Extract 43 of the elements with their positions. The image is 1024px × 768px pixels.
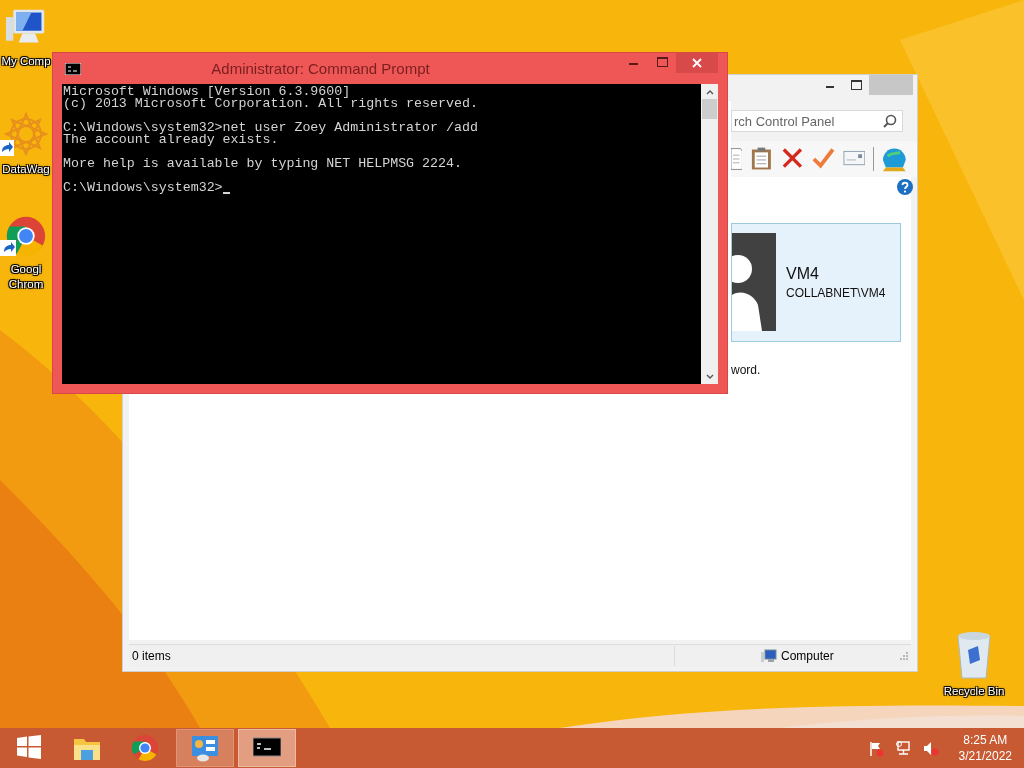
help-icon[interactable] [897, 179, 913, 195]
console-icon [65, 62, 81, 75]
document-icon[interactable] [731, 146, 743, 172]
console-line: C:\Windows\system32>net user Zoey Administrator /add [63, 122, 479, 134]
item-count: 0 items [131, 649, 172, 663]
clipboard-icon[interactable] [750, 146, 774, 172]
clock[interactable]: 8:25 AM 3/21/2022 [958, 732, 1012, 764]
close-icon[interactable] [692, 58, 702, 68]
description-text: word. [731, 363, 762, 377]
recycle-bin-icon[interactable] [954, 630, 994, 680]
console-prompt: C:\Windows\system32> [63, 182, 223, 194]
icon-label[interactable]: Chrom [8, 277, 44, 292]
chrome-icon [131, 734, 159, 762]
network-icon[interactable] [894, 739, 912, 757]
console-line: The account already exists. [63, 134, 280, 146]
search-icon[interactable] [883, 114, 897, 128]
search-field[interactable]: rch Control Panel [731, 110, 903, 132]
account-name: COLLABNET\VM4 [786, 286, 886, 300]
control-panel-icon [191, 734, 219, 762]
scroll-down-icon[interactable] [705, 374, 714, 380]
mandala-icon[interactable] [4, 112, 48, 156]
console-line: More help is available by typing NET HELPMSG 2224. [63, 158, 463, 170]
icon-label[interactable]: My Comp [1, 54, 51, 69]
scroll-thumb[interactable] [702, 99, 717, 119]
globe-icon[interactable] [882, 146, 907, 172]
icon-label[interactable]: DataWag [2, 162, 50, 177]
windows-logo-icon [15, 734, 43, 762]
console-line: (c) 2013 Microsoft Corporation. All rights reserved. [63, 98, 479, 110]
user-card[interactable]: VM4 COLLABNET\VM4 [731, 223, 901, 342]
scrollbar[interactable] [701, 84, 718, 384]
resize-grip-icon[interactable] [899, 651, 909, 661]
computer-icon [761, 649, 777, 663]
flag-icon[interactable] [867, 739, 885, 757]
user-name: VM4 [786, 265, 820, 283]
taskbar-button[interactable] [238, 729, 296, 767]
close-button[interactable] [676, 53, 718, 73]
icon-label[interactable]: Googl [10, 262, 42, 277]
console-line: Microsoft Windows [Version 6.3.9600] [63, 86, 352, 98]
scroll-up-icon[interactable] [705, 89, 714, 95]
icon-label[interactable]: Recycle Bin [943, 684, 1005, 699]
user-avatar-icon [732, 233, 776, 331]
location-label: Computer [781, 649, 834, 663]
window-title: Administrator: Command Prompt [210, 60, 431, 77]
